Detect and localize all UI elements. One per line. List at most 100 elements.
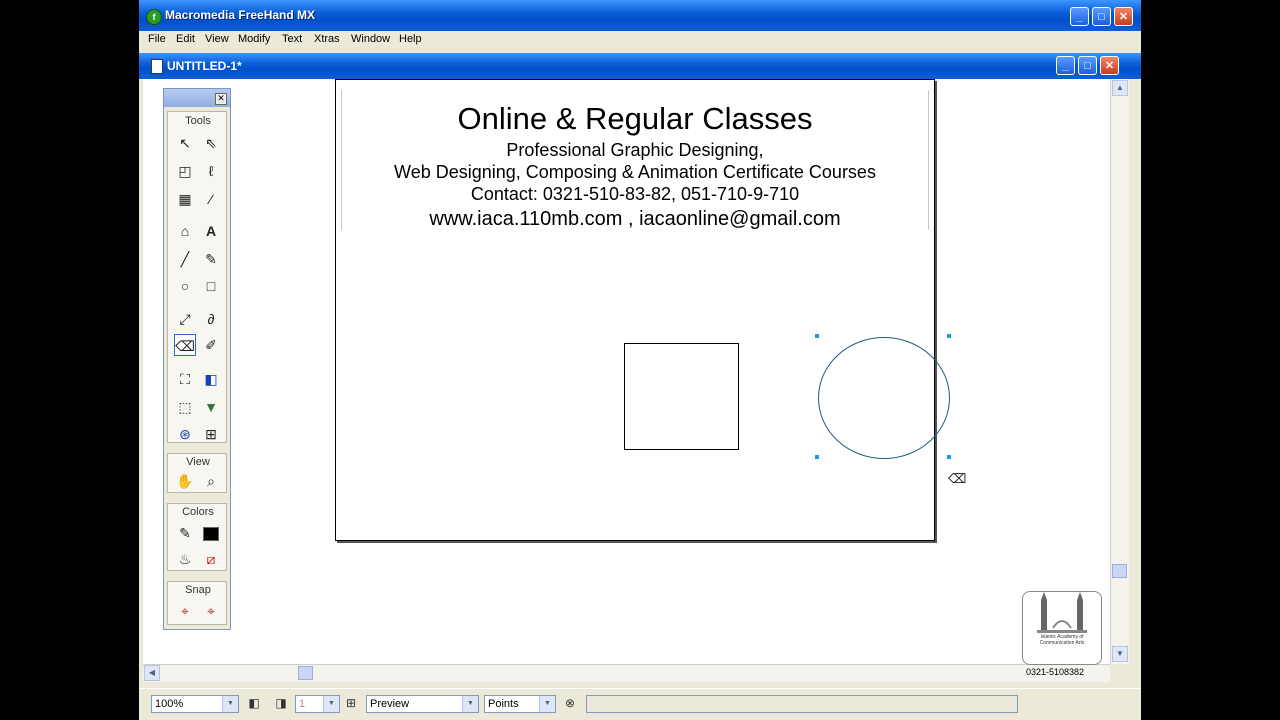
- eraser-tool-icon[interactable]: ⌫: [174, 334, 196, 356]
- rectangle-shape[interactable]: [624, 343, 739, 450]
- connector-tool-icon[interactable]: ⊞: [200, 423, 222, 445]
- text-tool-icon[interactable]: A: [200, 220, 222, 242]
- snap-to-point-icon[interactable]: ⌖: [174, 600, 196, 622]
- pointer-tool-icon[interactable]: ↖: [174, 132, 196, 154]
- units-select[interactable]: Points ▼: [484, 695, 556, 713]
- scroll-down-icon[interactable]: ▼: [1112, 646, 1128, 662]
- menu-view[interactable]: View: [205, 33, 229, 45]
- selection-handle-top-left[interactable]: [815, 334, 819, 338]
- view-mode-value: Preview: [370, 698, 410, 710]
- page-text-line-2[interactable]: Web Designing, Composing & Animation Cer…: [336, 162, 934, 183]
- fill-color-swatch[interactable]: ⧄: [200, 548, 222, 570]
- pencil-tool-icon[interactable]: ✎: [200, 248, 222, 270]
- menu-help[interactable]: Help: [399, 33, 422, 45]
- close-button[interactable]: ✕: [1114, 7, 1133, 26]
- app-titlebar[interactable]: f Macromedia FreeHand MX _ □ ✕: [139, 0, 1141, 32]
- selection-handle-bottom-left[interactable]: [815, 455, 819, 459]
- horizontal-scrollbar[interactable]: ◀: [143, 664, 1110, 682]
- next-page-icon[interactable]: ◨: [275, 696, 287, 710]
- knife-tool-icon[interactable]: ✐: [200, 334, 222, 356]
- page-text-line-4[interactable]: www.iaca.110mb.com , iacaonline@gmail.co…: [336, 208, 934, 231]
- page-tool-icon[interactable]: ◰: [174, 160, 196, 182]
- link-tool-icon[interactable]: ⊛: [174, 423, 196, 445]
- menu-modify[interactable]: Modify: [238, 33, 270, 45]
- colors-section: Colors ✎ ♨ ⧄: [167, 503, 227, 571]
- document-title: UNTITLED-1*: [167, 59, 242, 73]
- horizontal-scroll-thumb[interactable]: [298, 666, 313, 680]
- stroke-color-icon[interactable]: ✎: [174, 522, 196, 544]
- colors-section-label: Colors: [182, 506, 214, 518]
- tools-panel-close-icon[interactable]: ✕: [215, 93, 227, 105]
- freeform-tool-icon[interactable]: ∂: [200, 308, 222, 330]
- vertical-scrollbar[interactable]: ▲ ▼: [1110, 79, 1129, 664]
- scroll-left-icon[interactable]: ◀: [144, 665, 160, 681]
- maximize-button[interactable]: □: [1092, 7, 1111, 26]
- zoom-select[interactable]: 100% ▼: [151, 695, 239, 713]
- ellipse-tool-icon[interactable]: ○: [174, 275, 196, 297]
- status-message-field: [586, 695, 1018, 713]
- page-number-select[interactable]: 1 ▼: [295, 695, 340, 713]
- shadow-tool-icon[interactable]: ▼: [200, 396, 222, 418]
- tools-section-label: Tools: [185, 115, 211, 127]
- units-dropdown-icon[interactable]: ▼: [539, 696, 555, 712]
- status-bar: 100% ▼ ◧ ◨ 1 ▼ ⊞ Preview ▼ Points ▼ ⊗: [139, 688, 1141, 720]
- doc-maximize-button[interactable]: □: [1078, 56, 1097, 75]
- snap-to-guide-icon[interactable]: ⌖: [200, 600, 222, 622]
- page-text-line-1[interactable]: Professional Graphic Designing,: [336, 140, 934, 161]
- ellipse-shape[interactable]: [818, 337, 950, 459]
- stop-render-icon[interactable]: ⊗: [564, 696, 576, 710]
- page-text-line-3[interactable]: Contact: 0321-510-83-82, 051-710-9-710: [336, 184, 934, 205]
- mosque-minaret-icon: [1037, 592, 1087, 633]
- envelope-tool-icon[interactable]: ⛶: [174, 368, 196, 390]
- freehand-window: f Macromedia FreeHand MX _ □ ✕ File Edit…: [139, 0, 1141, 720]
- menu-file[interactable]: File: [148, 33, 166, 45]
- zoom-tool-icon[interactable]: ⌕: [200, 470, 222, 492]
- freehand-app-icon: f: [146, 9, 162, 25]
- selection-handle-bottom-right[interactable]: [947, 455, 951, 459]
- document-page[interactable]: Online & Regular Classes Professional Gr…: [335, 79, 966, 541]
- document-titlebar[interactable]: UNTITLED-1* _ □ ✕: [139, 53, 1141, 79]
- doc-minimize-button[interactable]: _: [1056, 56, 1075, 75]
- pen-tool-icon[interactable]: ⌂: [174, 220, 196, 242]
- app-title: Macromedia FreeHand MX: [165, 8, 316, 22]
- menu-bar: File Edit View Modify Text Xtras Window …: [139, 31, 1141, 49]
- menu-text[interactable]: Text: [282, 33, 302, 45]
- trace-tool-icon[interactable]: ▦: [174, 188, 196, 210]
- lasso-tool-icon[interactable]: ℓ: [200, 160, 222, 182]
- zoom-dropdown-icon[interactable]: ▼: [222, 696, 238, 712]
- tools-section: Tools ↖ ⇖ ◰ ℓ ▦ ⁄ ⌂ A ╱ ✎ ○ □ ⤢ ∂ ⌫ ✐ ⛶ …: [167, 111, 227, 443]
- stroke-color-swatch[interactable]: [200, 522, 222, 544]
- academy-logo: Islamic Academy of Communication Arts: [1022, 591, 1102, 665]
- add-page-icon[interactable]: ⊞: [345, 696, 357, 710]
- prev-page-icon[interactable]: ◧: [248, 696, 260, 710]
- page-heading[interactable]: Online & Regular Classes: [336, 101, 934, 137]
- menu-xtras[interactable]: Xtras: [314, 33, 340, 45]
- eyedropper-tool-icon[interactable]: ⁄: [200, 188, 222, 210]
- view-mode-dropdown-icon[interactable]: ▼: [462, 696, 478, 712]
- vertical-scroll-thumb[interactable]: [1112, 564, 1127, 578]
- academy-logo-text: Islamic Academy of Communication Arts: [1039, 634, 1085, 646]
- fill-color-icon[interactable]: ♨: [174, 548, 196, 570]
- document-icon: [151, 59, 163, 74]
- page-number-value: 1: [299, 698, 306, 710]
- subselect-tool-icon[interactable]: ⇖: [200, 132, 222, 154]
- menu-window[interactable]: Window: [351, 33, 390, 45]
- line-tool-icon[interactable]: ╱: [174, 248, 196, 270]
- view-section: View ✋ ⌕: [167, 453, 227, 493]
- scroll-up-icon[interactable]: ▲: [1112, 80, 1128, 96]
- units-value: Points: [488, 698, 519, 710]
- doc-close-button[interactable]: ✕: [1100, 56, 1119, 75]
- rectangle-tool-icon[interactable]: □: [200, 275, 222, 297]
- hand-tool-icon[interactable]: ✋: [174, 470, 196, 492]
- blend-tool-icon[interactable]: ◧: [200, 368, 222, 390]
- selection-handle-top-right[interactable]: [947, 334, 951, 338]
- minimize-button[interactable]: _: [1070, 7, 1089, 26]
- view-mode-select[interactable]: Preview ▼: [366, 695, 479, 713]
- extrude-tool-icon[interactable]: ⬚: [174, 396, 196, 418]
- menu-edit[interactable]: Edit: [176, 33, 195, 45]
- page-number-dropdown-icon[interactable]: ▼: [323, 696, 339, 712]
- eraser-cursor-icon: ⌫: [948, 471, 967, 486]
- scale-tool-icon[interactable]: ⤢: [174, 308, 196, 330]
- tools-panel-header[interactable]: ✕: [164, 89, 230, 107]
- view-section-label: View: [186, 456, 210, 468]
